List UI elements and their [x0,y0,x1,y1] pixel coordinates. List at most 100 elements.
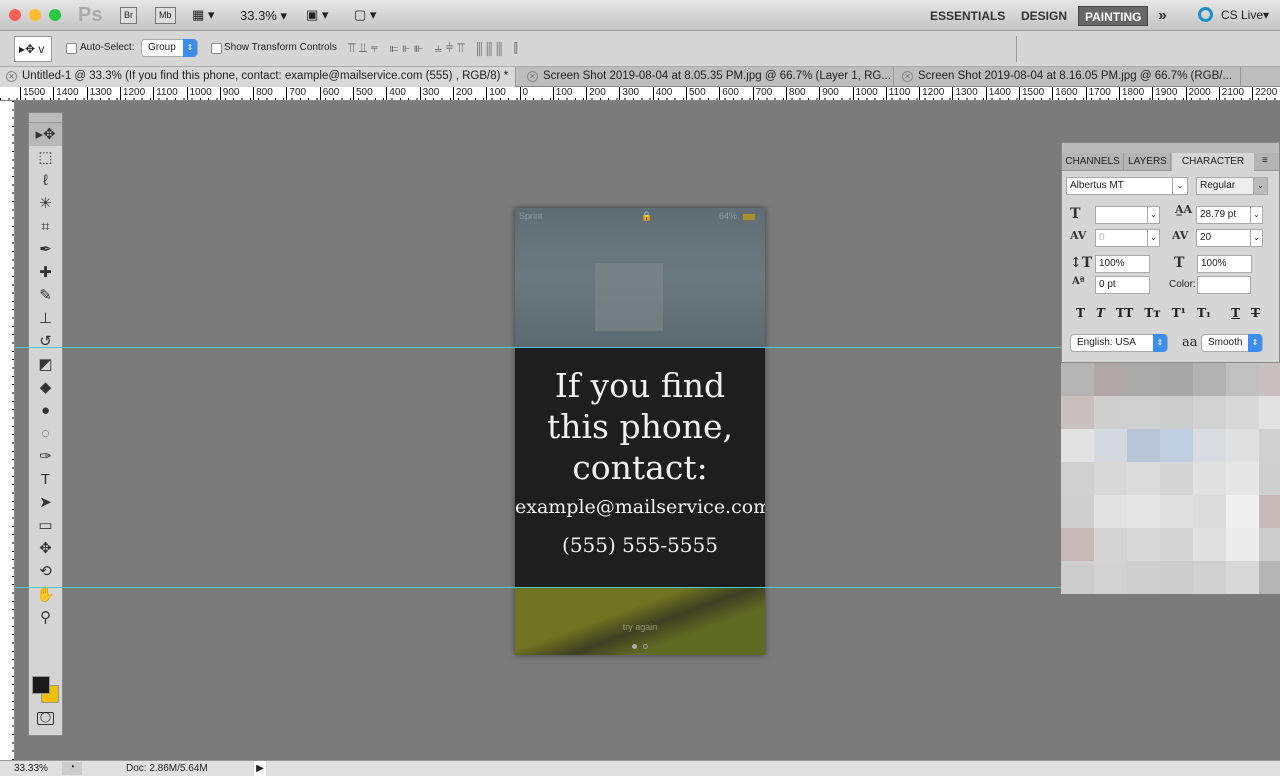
tracking-field[interactable]: 20 [1196,229,1251,247]
healing-brush-icon[interactable]: ✚ [29,261,62,284]
move-icon[interactable]: ▸✥ [29,123,62,146]
view-extras-icon[interactable]: ▦ ▾ [192,7,214,23]
superscript-button[interactable]: T¹ [1172,306,1186,320]
divider [1016,36,1017,62]
ruler-label: 800 [785,87,806,100]
subscript-button[interactable]: T₁ [1197,306,1211,320]
status-zoom[interactable]: 33.33% [14,761,48,776]
auto-select-checkbox[interactable] [66,43,77,54]
screen-mode-icon[interactable]: ▢ ▾ [354,7,376,23]
guide-horizontal-bottom[interactable] [15,587,1061,588]
workspace-design[interactable]: DESIGN [1015,6,1073,26]
foreground-color-swatch[interactable] [32,676,50,694]
dodge-icon[interactable]: ◌ [29,422,62,445]
leading-field[interactable]: 28.79 pt [1196,206,1251,224]
tab-character[interactable]: CHARACTER [1172,153,1254,172]
path-selection-icon[interactable]: ➤ [29,491,62,514]
language-value: English: USA [1077,337,1136,348]
font-family-field[interactable]: Albertus MT [1066,177,1173,195]
brush-icon[interactable]: ✎ [29,284,62,307]
faux-italic-button[interactable]: T [1096,306,1105,320]
close-tab-icon[interactable]: ✕ [6,71,17,82]
clone-stamp-icon[interactable]: ⊥ [29,307,62,330]
minimize-window-button[interactable] [29,9,41,21]
workspace-essentials[interactable]: ESSENTIALS [924,6,1011,26]
tool-preset-picker[interactable]: ▸✥ v [14,36,52,62]
ruler-label: 1500 [20,87,45,100]
font-size-dropdown[interactable]: ⌄ [1147,206,1160,224]
language-dropdown[interactable]: English: USA ⇕ [1070,334,1168,352]
cs-live-menu[interactable]: CS Live▾ [1221,8,1269,22]
arrange-documents-icon[interactable]: ▣ ▾ [306,7,328,23]
tab-screenshot-805[interactable]: ✕ Screen Shot 2019-08-04 at 8.05.35 PM.jp… [521,67,894,87]
pen-icon[interactable]: ✑ [29,445,62,468]
magic-wand-icon[interactable]: ✳ [29,192,62,215]
workspace-painting[interactable]: PAINTING [1078,6,1149,26]
tab-screenshot-816[interactable]: ✕ Screen Shot 2019-08-04 at 8.16.05 PM.jp… [896,67,1241,87]
lasso-icon[interactable]: ℓ [29,169,62,192]
small-caps-button[interactable]: Tт [1144,306,1160,320]
crop-icon[interactable]: ⌗ [29,215,62,238]
ruler-label: 700 [286,87,306,100]
3d-orbit-icon[interactable]: ⟲ [29,560,62,583]
pixel-block [1127,363,1160,396]
leading-dropdown[interactable]: ⌄ [1250,206,1263,224]
history-brush-icon[interactable]: ↺ [29,330,62,353]
ruler-label: 1300 [952,87,978,100]
vertical-ruler[interactable] [0,101,15,760]
text-layer[interactable]: If you find this phone, contact: example… [515,347,765,587]
panel-menu-icon[interactable]: ≡ [1262,155,1268,166]
preview-icon[interactable]: ◔ [62,762,82,775]
eraser-icon[interactable]: ◩ [29,353,62,376]
underline-button[interactable]: T [1231,306,1240,320]
minibridge-button[interactable]: Mb [155,7,176,24]
more-workspaces-button[interactable]: » [1152,6,1173,26]
tracking-dropdown[interactable]: ⌄ [1250,229,1263,247]
3d-rotate-icon[interactable]: ✥ [29,537,62,560]
eyedropper-icon[interactable]: ✒ [29,238,62,261]
type-icon[interactable]: T [29,468,62,491]
maximize-window-button[interactable] [49,9,61,21]
email-text: example@mailservice.com [515,496,765,518]
font-style-field[interactable]: Regular [1196,177,1254,195]
ruler-label: 100 [552,87,572,100]
close-window-button[interactable] [9,9,21,21]
panel-header[interactable] [1062,143,1279,153]
tab-layers[interactable]: LAYERS [1125,153,1171,171]
auto-select-dropdown[interactable]: Group ⇕ [141,39,198,57]
font-size-field[interactable] [1095,206,1148,224]
show-transform-checkbox[interactable] [211,43,222,54]
all-caps-button[interactable]: TT [1116,306,1133,320]
tab-channels[interactable]: CHANNELS [1062,153,1124,171]
pixel-block [1127,495,1160,528]
ruler-label: 2100 [1218,87,1244,100]
guide-horizontal-top[interactable] [15,347,1061,348]
kerning-dropdown[interactable]: ⌄ [1147,229,1160,247]
quick-mask-icon[interactable]: ◯ [37,712,54,725]
vertical-scale-field[interactable]: 100% [1095,255,1150,273]
paint-bucket-icon[interactable]: ◆ [29,376,62,399]
baseline-shift-field[interactable]: 0 pt [1095,276,1150,294]
tab-untitled-1[interactable]: ✕ Untitled-1 @ 33.3% (If you find this ph… [0,67,516,87]
zoom-level-dropdown[interactable]: 33.3% ▾ [240,8,287,24]
strikethrough-button[interactable]: T [1251,306,1260,320]
faux-bold-button[interactable]: T [1076,306,1085,320]
horizontal-scale-field[interactable]: 100% [1197,255,1252,273]
align-buttons[interactable]: ⫪⫫⫧ ⊫⊩⊪ ⫨⫩⫪ ⫼⫼⫼ ⫿ [348,40,522,56]
font-style-dropdown[interactable]: ⌄ [1253,177,1268,195]
blur-icon[interactable]: ● [29,399,62,422]
close-tab-icon[interactable]: ✕ [902,71,913,82]
tools-panel-header[interactable] [29,113,62,123]
pixel-block [1160,363,1193,396]
kerning-field[interactable]: 0 [1095,229,1148,247]
marquee-icon[interactable]: ⬚ [29,146,62,169]
antialias-dropdown[interactable]: Smooth ⇕ [1201,334,1263,352]
font-family-dropdown[interactable]: ⌄ [1172,177,1188,195]
status-menu-arrow[interactable]: ▶ [254,761,266,776]
bridge-button[interactable]: Br [120,7,137,24]
zoom-icon[interactable]: ⚲ [29,606,62,629]
close-tab-icon[interactable]: ✕ [527,71,538,82]
text-color-swatch[interactable] [1197,276,1251,294]
rectangle-icon[interactable]: ▭ [29,514,62,537]
horizontal-ruler[interactable]: 1500 1400 1300 1200 1100 1000 900 800 700 600 500 4… [0,87,1280,101]
